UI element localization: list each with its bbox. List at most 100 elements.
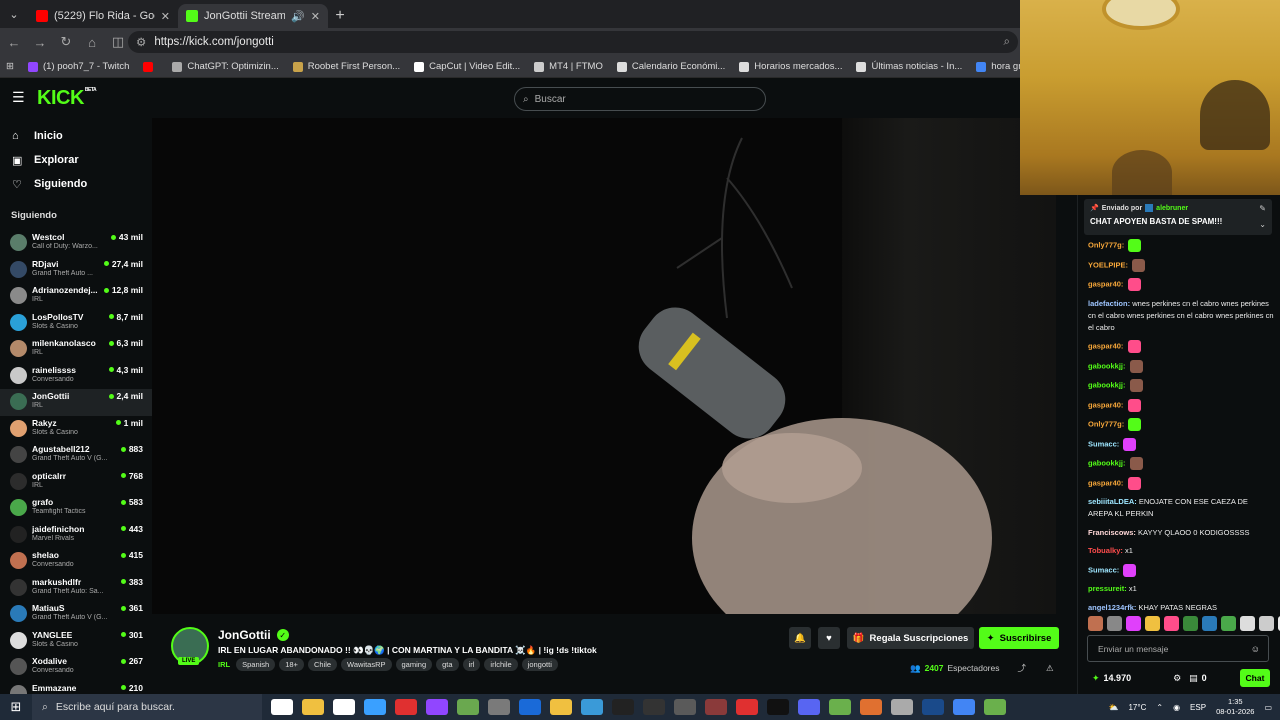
video-player[interactable] — [152, 118, 1056, 614]
streamer-name[interactable]: JonGottii ✓ — [218, 628, 289, 642]
taskbar-app-icon[interactable] — [271, 699, 293, 715]
bookmark-item[interactable]: MT4 | FTMO — [534, 61, 603, 72]
following-channel[interactable]: jaidefinichon Marvel Rivals 443 — [0, 522, 152, 549]
taskbar-app-icon[interactable] — [767, 699, 789, 715]
taskbar-app-icon[interactable] — [860, 699, 882, 715]
emote-icon[interactable] — [1164, 616, 1179, 631]
home-icon[interactable]: ⌂ — [80, 30, 104, 54]
bookmark-item[interactable] — [143, 61, 158, 72]
zoom-icon[interactable]: ⌕ — [1004, 36, 1010, 49]
emoji-icon[interactable]: ☺ — [1251, 644, 1260, 654]
taskbar-search[interactable]: ⌕ Escribe aquí para buscar. — [32, 694, 262, 720]
taskbar-app-icon[interactable] — [333, 699, 355, 715]
taskbar-app-icon[interactable] — [922, 699, 944, 715]
taskbar-app-icon[interactable] — [519, 699, 541, 715]
following-channel[interactable]: LosPollosTV Slots & Casino 8,7 mil — [0, 310, 152, 337]
emote-icon[interactable] — [1107, 616, 1122, 631]
windows-start-icon[interactable]: ⊞ — [0, 694, 32, 720]
taskbar-app-icon[interactable] — [984, 699, 1006, 715]
close-icon[interactable]: ✕ — [311, 10, 320, 23]
chat-username[interactable]: Franciscows: — [1088, 528, 1136, 537]
chat-username[interactable]: gabookkjj: — [1088, 458, 1126, 467]
emote-icon[interactable] — [1183, 616, 1198, 631]
stream-tag[interactable]: irl — [462, 658, 481, 671]
following-channel[interactable]: RDjavi Grand Theft Auto ... 27,4 mil — [0, 257, 152, 284]
chat-username[interactable]: gabookkjj: — [1088, 380, 1126, 389]
site-info-icon[interactable]: ⚙ — [136, 35, 146, 49]
bookmark-item[interactable]: Últimas noticias - In... — [856, 61, 962, 72]
taskbar-app-icon[interactable] — [643, 699, 665, 715]
bookmark-item[interactable]: (1) pooh7_7 - Twitch — [27, 61, 129, 72]
report-icon[interactable]: ⚠ — [1046, 663, 1054, 674]
bookmark-item[interactable]: Calendario Económi... — [616, 61, 725, 72]
gift-subs-button[interactable]: 🎁 Regala Suscripciones — [847, 627, 974, 649]
tab-youtube[interactable]: (5229) Flo Rida - Good Feeling ✕ — [28, 4, 178, 28]
chat-username[interactable]: Only777g: — [1088, 240, 1124, 249]
stream-tag[interactable]: gaming — [395, 658, 433, 671]
bookmark-item[interactable]: Roobet First Person... — [292, 61, 400, 72]
emote-icon[interactable] — [1240, 616, 1255, 631]
chat-username[interactable]: ladefaction: — [1088, 299, 1130, 308]
following-channel[interactable]: JonGottii IRL 2,4 mil — [0, 389, 152, 416]
apps-icon[interactable]: ⊞ — [6, 61, 14, 72]
emote-icon[interactable] — [1126, 616, 1141, 631]
up-arrow-icon[interactable]: ⌃ — [1156, 703, 1163, 712]
emote-icon[interactable] — [1259, 616, 1274, 631]
taskbar-app-icon[interactable] — [829, 699, 851, 715]
settings-icon[interactable]: ⚙ — [1173, 673, 1181, 684]
following-channel[interactable]: Westcol Call of Duty: Warzo... 43 mil — [0, 230, 152, 257]
clock[interactable]: 1:35 08-01-2026 — [1216, 697, 1254, 717]
taskbar-app-icon[interactable] — [550, 699, 572, 715]
emote-icon[interactable] — [1145, 616, 1160, 631]
speaker-icon[interactable]: 🔊 — [291, 10, 305, 23]
chevron-down-icon[interactable]: ⌄ — [1259, 220, 1266, 229]
stream-tag[interactable]: Spanish — [236, 658, 276, 671]
taskbar-app-icon[interactable] — [488, 699, 510, 715]
follow-button[interactable]: ♥ — [818, 627, 840, 649]
chat-username[interactable]: pressureit: — [1088, 584, 1127, 593]
subscribe-button[interactable]: ✦ Suscribirse — [979, 627, 1059, 649]
stream-tag[interactable]: jongotti — [521, 658, 558, 671]
share-icon[interactable]: ⤴ — [1018, 662, 1027, 674]
emote-icon[interactable] — [1221, 616, 1236, 631]
nav-inicio[interactable]: ⌂ Inicio — [0, 124, 152, 148]
chat-send-button[interactable]: Chat — [1240, 669, 1270, 687]
taskbar-app-icon[interactable] — [674, 699, 696, 715]
taskbar-app-icon[interactable] — [457, 699, 479, 715]
taskbar-app-icon[interactable] — [891, 699, 913, 715]
reload-icon[interactable]: ↻ — [54, 30, 78, 54]
new-tab-button[interactable]: + — [328, 4, 352, 28]
following-channel[interactable]: Xodalive Conversando 267 — [0, 654, 152, 681]
chat-username[interactable]: YOELPIPE: — [1088, 260, 1128, 269]
inbox-icon[interactable]: ▤ — [1189, 673, 1198, 684]
network-icon[interactable]: ◉ — [1173, 703, 1180, 712]
kick-logo[interactable]: KICKBETA — [37, 87, 97, 110]
chat-input[interactable]: Enviar un mensaje ☺ — [1087, 635, 1269, 662]
chat-username[interactable]: gaspar40: — [1088, 400, 1123, 409]
taskbar-app-icon[interactable] — [798, 699, 820, 715]
stream-tag[interactable]: WawitasRP — [341, 658, 392, 671]
bookmark-item[interactable]: ChatGPT: Optimizin... — [172, 61, 279, 72]
stream-tag[interactable]: 18+ — [279, 658, 304, 671]
chat-username[interactable]: sebiiitaLDEA: — [1088, 497, 1137, 506]
following-channel[interactable]: rainelissss Conversando 4,3 mil — [0, 363, 152, 390]
following-channel[interactable]: grafo Teamfight Tactics 583 — [0, 495, 152, 522]
stream-tag[interactable]: gta — [436, 658, 459, 671]
chat-username[interactable]: Sumacc: — [1088, 565, 1119, 574]
bookmark-item[interactable]: CapCut | Video Edit... — [414, 61, 520, 72]
nav-explorar[interactable]: ▣ Explorar — [0, 148, 152, 172]
following-channel[interactable]: YANGLEE Slots & Casino 301 — [0, 628, 152, 655]
taskbar-app-icon[interactable] — [395, 699, 417, 715]
taskbar-app-icon[interactable] — [581, 699, 603, 715]
pinned-message[interactable]: 📌 Enviado por alebruner CHAT APOYEN BASTA … — [1084, 199, 1272, 235]
chat-username[interactable]: gabookkjj: — [1088, 361, 1126, 370]
emote-icon[interactable] — [1088, 616, 1103, 631]
chat-username[interactable]: angel1234rfk: — [1088, 603, 1136, 612]
notification-button[interactable]: 🔔 — [789, 627, 811, 649]
forward-icon[interactable]: → — [28, 30, 52, 54]
following-channel[interactable]: Adrianozendej... IRL 12,8 mil — [0, 283, 152, 310]
following-channel[interactable]: Emmazane 210 — [0, 681, 152, 694]
close-icon[interactable]: ✕ — [161, 10, 170, 23]
language[interactable]: ESP — [1190, 703, 1206, 712]
chat-username[interactable]: gaspar40: — [1088, 478, 1123, 487]
